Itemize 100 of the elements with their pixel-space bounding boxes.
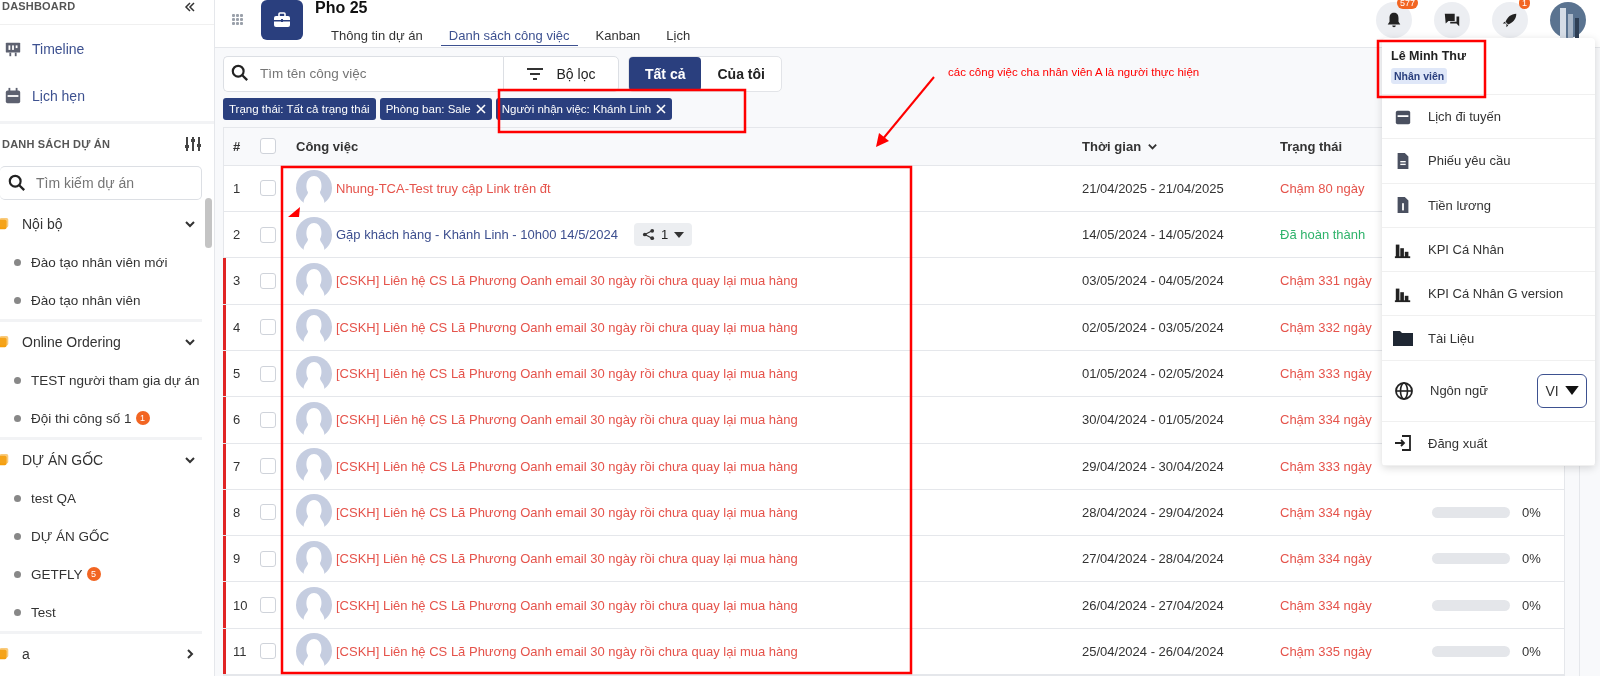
filter-button[interactable]: Bộ lọc [503,55,619,92]
task-link[interactable]: [CSKH] Liên hệ CS Lã Phương Oanh email 30 ngày rồi chưa quay lại mua hàng [336,643,798,659]
checkbox[interactable] [260,365,276,382]
close-icon[interactable] [656,104,667,115]
status-text: Chậm 334 ngày [1280,551,1373,567]
project-item[interactable]: GETFLY [31,566,83,582]
column-header[interactable]: Thời gian [1082,138,1280,154]
project-group[interactable]: a [0,631,202,673]
task-link[interactable]: [CSKH] Liên hệ CS Lã Phương Oanh email 30 ngày rồi chưa quay lại mua hàng [336,273,798,289]
project-item[interactable]: Đào tạo nhân viên mới [31,254,168,270]
column-header: Trạng thái [1280,138,1344,154]
filter-chip[interactable]: Người nhận việc: Khánh Linh [495,98,673,121]
percent-text: 0% [1522,504,1541,520]
segment-button[interactable]: Của tôi [701,56,781,91]
task-link[interactable]: Nhung-TCA-Test truy cập Link trên đt [336,180,551,196]
project-item[interactable]: DỰ ÁN GỐC [31,528,110,544]
folder-icon [0,452,10,467]
menu-item[interactable]: Tiền lương [1382,183,1595,228]
checkbox[interactable] [260,411,276,428]
checkbox[interactable] [260,180,276,197]
table-cell-text: 01/05/2024 - 02/05/2024 [1082,366,1225,382]
checkbox[interactable] [260,319,276,336]
tab[interactable]: Kanban [587,28,649,46]
checkbox[interactable] [260,597,276,614]
sliders-icon[interactable] [184,135,202,153]
bell-icon [1385,11,1403,29]
avatar [296,633,332,670]
status-text: Đã hoàn thành [1280,227,1367,243]
scrollbar[interactable] [205,198,212,248]
search-field[interactable]: Tìm kiếm dự án [0,166,202,200]
percent-text: 0% [1522,643,1541,659]
table-cell-text: 11 [232,643,248,659]
menu-item[interactable]: KPI Cá Nhân G version [1382,272,1595,317]
user-name: Lê Minh Thư [1391,49,1467,63]
task-link[interactable]: Gặp khách hàng - Khánh Linh - 10h00 14/5/2024 [336,227,618,243]
nav-item[interactable]: Timeline [0,25,214,72]
project-item[interactable]: Test [31,604,56,620]
menu-item[interactable]: Tài Liệu [1382,316,1595,361]
status-text: Chậm 80 ngày [1280,180,1366,196]
project-group[interactable]: Online Ordering [0,319,202,361]
language-select[interactable]: VI [1537,373,1587,408]
tab[interactable]: Lịch [658,28,699,46]
tab[interactable]: Danh sách công việc [440,28,578,46]
logout-item[interactable]: Đăng xuất [1382,421,1595,467]
share-icon [641,228,655,242]
menu-item[interactable]: Phiếu yêu cầu [1382,139,1595,184]
table-cell-text: 26/04/2024 - 27/04/2024 [1082,597,1225,613]
bullet-icon [14,570,21,578]
checkbox[interactable] [260,550,276,567]
table-cell-text: 03/05/2024 - 04/05/2024 [1082,273,1225,289]
menu-item[interactable]: KPI Cá Nhân [1382,227,1595,273]
filter-chip[interactable]: Phòng ban: Sale [379,98,492,121]
task-link[interactable]: [CSKH] Liên hệ CS Lã Phương Oanh email 30 ngày rồi chưa quay lại mua hàng [336,366,798,382]
project-group[interactable]: Nội bộ [0,204,202,243]
task-link[interactable]: [CSKH] Liên hệ CS Lã Phương Oanh email 30 ngày rồi chưa quay lại mua hàng [336,319,798,335]
project-item[interactable]: Đội thi công số 1 [31,410,132,426]
table-cell-text: 9 [232,551,242,567]
tab[interactable]: Thông tin dự án [323,28,431,46]
close-icon[interactable] [475,104,486,115]
subtask-button[interactable]: 1 [633,223,693,247]
collapse-icon[interactable] [184,1,196,13]
search-field[interactable]: Tìm tên công việc [223,55,503,92]
checkbox[interactable] [260,226,276,243]
avatar [296,262,332,299]
task-link[interactable]: [CSKH] Liên hệ CS Lã Phương Oanh email 30 ngày rồi chưa quay lại mua hàng [336,597,798,613]
checkbox[interactable] [260,643,276,660]
task-link[interactable]: [CSKH] Liên hệ CS Lã Phương Oanh email 30 ngày rồi chưa quay lại mua hàng [336,412,798,428]
table-cell-text: 3 [232,273,242,289]
filter-chip[interactable]: Trạng thái: Tất cả trạng thái [223,98,376,121]
chevron-icon[interactable] [184,647,196,660]
avatar [296,216,332,253]
menu-item[interactable]: Lịch đi tuyến [1382,95,1595,140]
project-item[interactable]: test QA [31,490,76,506]
segment-button[interactable]: Tất cả [629,56,702,91]
checkbox[interactable] [260,138,276,155]
project-group[interactable]: DỰ ÁN GỐC [0,437,202,479]
nav-item[interactable]: Lịch hẹn [0,72,214,119]
notification-count: 1 [1519,0,1530,9]
chat-button[interactable] [1434,2,1470,38]
status-text: Chậm 334 ngày [1280,504,1373,520]
bullet-icon [14,376,21,384]
apps-grid-icon[interactable] [231,13,245,27]
table-cell-text: 27/04/2024 - 28/04/2024 [1082,551,1225,567]
project-item[interactable]: Đào tạo nhân viên [31,292,141,308]
project-title: Pho 25 [315,0,369,16]
status-text: Chậm 335 ngày [1280,643,1373,659]
globe-icon [1394,380,1414,401]
column-header: # [232,138,242,154]
task-link[interactable]: [CSKH] Liên hệ CS Lã Phương Oanh email 30 ngày rồi chưa quay lại mua hàng [336,551,798,567]
user-avatar[interactable] [1550,2,1586,38]
avatar [296,448,332,485]
avatar [296,540,332,577]
checkbox[interactable] [260,504,276,521]
task-link[interactable]: [CSKH] Liên hệ CS Lã Phương Oanh email 30 ngày rồi chưa quay lại mua hàng [336,504,798,520]
project-item[interactable]: TEST người tham gia dự án [31,372,200,388]
table-cell-text: 1 [232,180,242,196]
task-link[interactable]: [CSKH] Liên hệ CS Lã Phương Oanh email 30 ngày rồi chưa quay lại mua hàng [336,458,798,474]
checkbox[interactable] [260,272,276,289]
checkbox[interactable] [260,458,276,475]
rocket-button[interactable] [1492,2,1528,38]
